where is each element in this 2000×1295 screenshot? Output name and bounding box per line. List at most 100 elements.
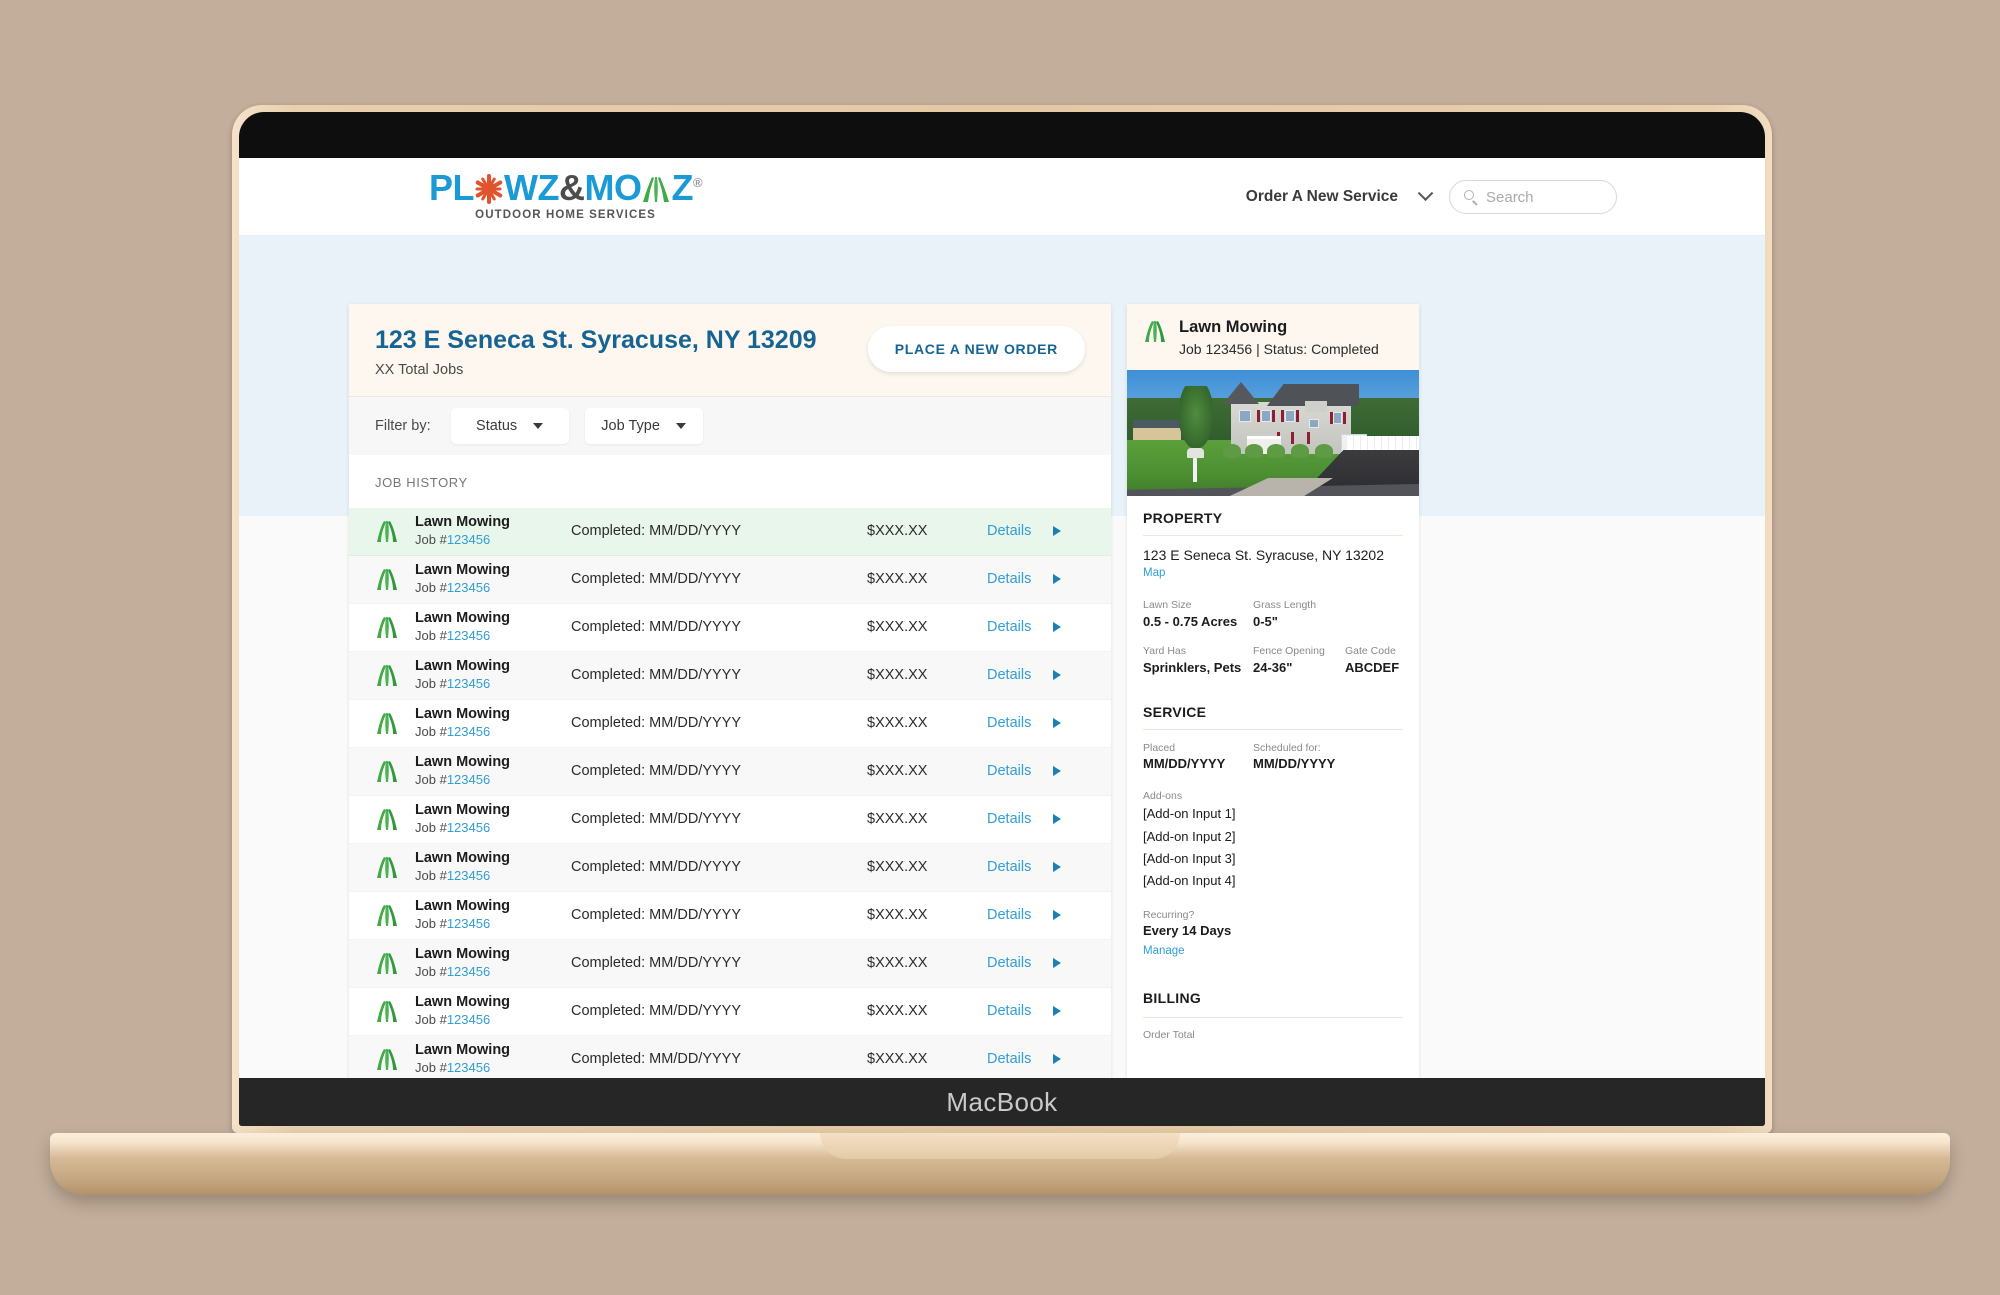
job-service-name: Lawn Mowing	[415, 801, 511, 818]
chevron-right-icon	[1053, 1006, 1062, 1017]
job-details-cell[interactable]: Details	[987, 811, 1091, 827]
recurring-value: Every 14 Days	[1143, 923, 1232, 939]
job-details-cell[interactable]: Details	[987, 619, 1091, 635]
job-details-cell[interactable]: Details	[987, 571, 1091, 587]
job-status: Completed: MM/DD/YYYY	[571, 1003, 742, 1020]
job-price: $XXX.XX	[867, 1003, 928, 1020]
job-number-prefix: Job #	[415, 1012, 447, 1027]
details-link[interactable]: Details	[987, 763, 1031, 779]
search-input[interactable]	[1486, 188, 1602, 206]
chevron-right-icon	[1053, 910, 1062, 921]
grass-icon	[375, 614, 401, 640]
job-price: $XXX.XX	[867, 859, 928, 876]
table-row[interactable]: Lawn Mowing Job #123456 Completed: MM/DD/Y…	[349, 507, 1111, 556]
table-row[interactable]: Lawn Mowing Job #123456 Completed: MM/DD/Y…	[349, 796, 1111, 844]
detail-job-status: Job 123456 | Status: Completed	[1179, 341, 1379, 357]
details-link[interactable]: Details	[987, 1003, 1031, 1019]
status-filter-dropdown[interactable]: Status	[450, 407, 569, 444]
table-row[interactable]: Lawn Mowing Job #123456 Completed: MM/DD/Y…	[349, 892, 1111, 940]
job-details-cell[interactable]: Details	[987, 1051, 1091, 1067]
browser-screen: PL WZ&MO Z® OUTDOOR HOME SERVICES Order A …	[239, 158, 1765, 1092]
grass-icon	[375, 854, 401, 880]
job-status: Completed: MM/DD/YYYY	[571, 619, 742, 636]
order-new-service-dropdown[interactable]: Order A New Service	[1246, 184, 1434, 206]
grass-icon	[375, 1046, 401, 1072]
table-row[interactable]: Lawn Mowing Job #123456 Completed: MM/DD/Y…	[349, 604, 1111, 652]
job-status: Completed: MM/DD/YYYY	[571, 571, 742, 588]
gate-code-field: Gate Code ABCDEF	[1345, 644, 1415, 677]
job-number: Job #123456	[415, 1060, 549, 1077]
job-number: Job #123456	[415, 580, 549, 597]
details-link[interactable]: Details	[987, 955, 1031, 971]
snowflake-icon	[474, 174, 504, 204]
chevron-right-icon	[1053, 766, 1062, 777]
details-link[interactable]: Details	[987, 907, 1031, 923]
detail-service-name: Lawn Mowing	[1179, 318, 1288, 336]
job-details-cell[interactable]: Details	[987, 859, 1091, 875]
details-link[interactable]: Details	[987, 715, 1031, 731]
job-number-value: 123456	[446, 964, 491, 979]
job-details-cell[interactable]: Details	[987, 1003, 1091, 1019]
job-number: Job #123456	[415, 820, 549, 837]
job-service-name: Lawn Mowing	[415, 753, 511, 770]
manage-recurring-link[interactable]: Manage	[1143, 945, 1185, 957]
laptop-lid: PL WZ&MO Z® OUTDOOR HOME SERVICES Order A …	[232, 105, 1772, 1133]
chevron-right-icon	[1053, 1054, 1062, 1065]
job-service-name: Lawn Mowing	[415, 849, 511, 866]
chevron-right-icon	[1053, 670, 1062, 681]
details-link[interactable]: Details	[987, 811, 1031, 827]
table-row[interactable]: Lawn Mowing Job #123456 Completed: MM/DD/Y…	[349, 843, 1111, 892]
job-details-cell[interactable]: Details	[987, 715, 1091, 731]
job-number-prefix: Job #	[415, 916, 447, 931]
job-number-prefix: Job #	[415, 820, 447, 835]
job-detail-panel: Lawn Mowing Job 123456 | Status: Complet…	[1127, 304, 1419, 1084]
place-new-order-button[interactable]: PLACE A NEW ORDER	[867, 326, 1085, 372]
table-row[interactable]: Lawn Mowing Job #123456 Completed: MM/DD/Y…	[349, 988, 1111, 1036]
job-number: Job #123456	[415, 724, 549, 741]
table-row[interactable]: Lawn Mowing Job #123456 Completed: MM/DD/Y…	[349, 1035, 1111, 1084]
property-section: PROPERTY 123 E Seneca St. Syracuse, NY 1…	[1127, 496, 1419, 677]
laptop-base	[50, 1133, 1950, 1195]
job-number: Job #123456	[415, 628, 549, 645]
job-status: Completed: MM/DD/YYYY	[571, 859, 742, 876]
scheduled-field: Scheduled for: MM/DD/YYYY	[1253, 741, 1345, 774]
brand-logo[interactable]: PL WZ&MO Z® OUTDOOR HOME SERVICES	[429, 170, 703, 222]
lawn-size-field: Lawn Size 0.5 - 0.75 Acres	[1143, 598, 1253, 631]
laptop-bezel: PL WZ&MO Z® OUTDOOR HOME SERVICES Order A …	[239, 112, 1765, 1126]
job-details-cell[interactable]: Details	[987, 955, 1091, 971]
job-details-cell[interactable]: Details	[987, 763, 1091, 779]
map-link[interactable]: Map	[1143, 567, 1165, 579]
job-number: Job #123456	[415, 916, 549, 933]
page-body: 123 E Seneca St. Syracuse, NY 13209 XX T…	[239, 236, 1765, 1092]
table-row[interactable]: Lawn Mowing Job #123456 Completed: MM/DD/Y…	[349, 555, 1111, 604]
job-status: Completed: MM/DD/YYYY	[571, 763, 742, 780]
job-details-cell[interactable]: Details	[987, 907, 1091, 923]
property-heading-group: 123 E Seneca St. Syracuse, NY 13209 XX T…	[375, 326, 817, 378]
job-number-prefix: Job #	[415, 628, 447, 643]
job-detail-titles: Lawn Mowing Job 123456 | Status: Complet…	[1179, 318, 1379, 357]
page-title: 123 E Seneca St. Syracuse, NY 13209	[375, 326, 817, 354]
table-row[interactable]: Lawn Mowing Job #123456 Completed: MM/DD/Y…	[349, 700, 1111, 748]
job-price: $XXX.XX	[867, 811, 928, 828]
gate-code-label: Gate Code	[1345, 644, 1396, 657]
lawn-size-label: Lawn Size	[1143, 599, 1192, 611]
job-type-filter-dropdown[interactable]: Job Type	[584, 407, 703, 444]
table-row[interactable]: Lawn Mowing Job #123456 Completed: MM/DD/Y…	[349, 939, 1111, 988]
details-link[interactable]: Details	[987, 619, 1031, 635]
search-box[interactable]	[1449, 180, 1617, 214]
table-row[interactable]: Lawn Mowing Job #123456 Completed: MM/DD/Y…	[349, 747, 1111, 796]
caret-down-icon	[675, 422, 686, 429]
grass-icon	[375, 518, 401, 544]
details-link[interactable]: Details	[987, 523, 1031, 539]
details-link[interactable]: Details	[987, 859, 1031, 875]
job-details-cell[interactable]: Details	[987, 667, 1091, 683]
grass-length-label: Grass Length	[1253, 599, 1317, 611]
table-row[interactable]: Lawn Mowing Job #123456 Completed: MM/DD/Y…	[349, 651, 1111, 700]
details-link[interactable]: Details	[987, 571, 1031, 587]
job-details-cell[interactable]: Details	[987, 523, 1091, 539]
job-status: Completed: MM/DD/YYYY	[571, 715, 742, 732]
details-link[interactable]: Details	[987, 667, 1031, 683]
job-name-cell: Lawn Mowing Job #123456	[401, 706, 549, 741]
filter-bar: Filter by: Status Job Type	[349, 395, 1111, 455]
details-link[interactable]: Details	[987, 1051, 1031, 1067]
